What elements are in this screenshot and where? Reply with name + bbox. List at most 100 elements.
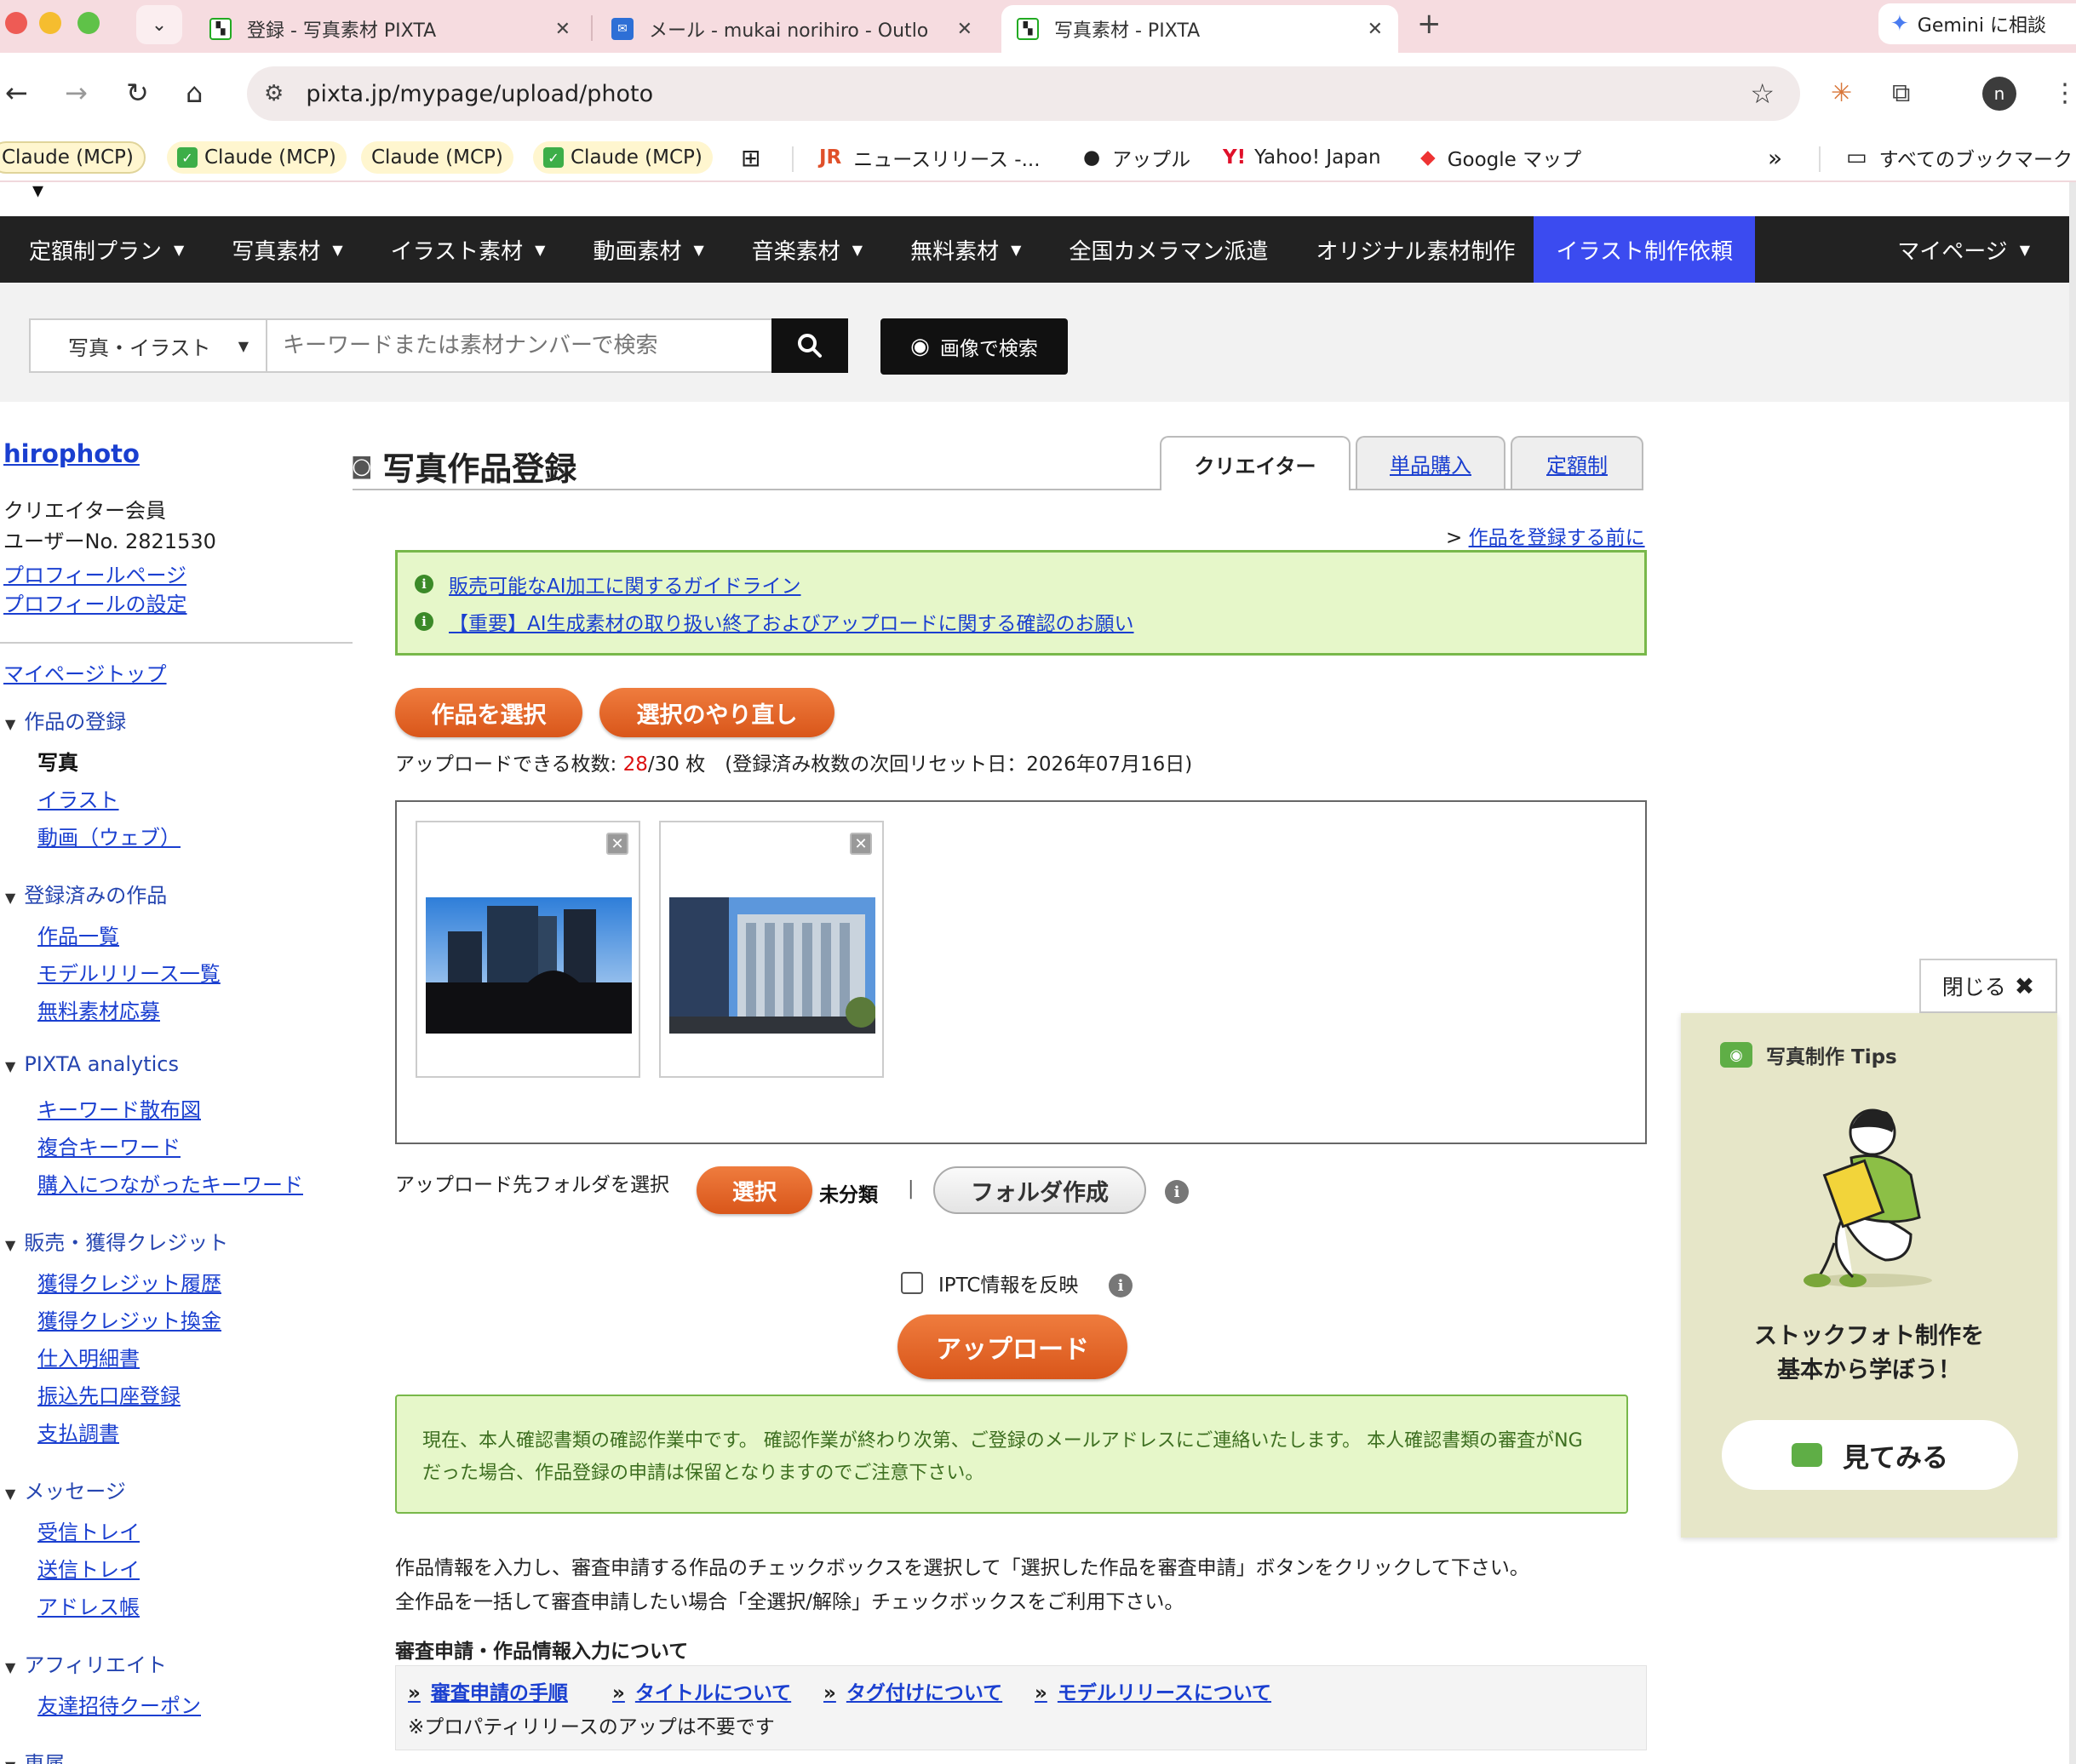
bookmark-claude-mcp-1[interactable]: Claude (MCP) (0, 141, 146, 174)
review-procedure-link[interactable]: » 審査申請の手順 (408, 1676, 568, 1705)
sidebar-item-free-apply[interactable]: 無料素材応募 (37, 994, 160, 1024)
nav-original[interactable]: オリジナル素材制作 (1287, 216, 1534, 283)
sidebar-section-messages[interactable]: ▼ メッセージ (5, 1475, 126, 1504)
sidebar-item-sent[interactable]: 送信トレイ (37, 1553, 140, 1583)
ai-guideline-row[interactable]: i 販売可能なAI加工に関するガイドライン (415, 570, 801, 598)
sidebar-item-credit-history[interactable]: 獲得クレジット履歴 (37, 1267, 221, 1297)
mypage-top-link[interactable]: マイページトップ (3, 657, 167, 687)
sidebar-section-registered[interactable]: ▼ 登録済みの作品 (5, 879, 167, 908)
bookmark-apple[interactable]: ● アップル (1073, 141, 1201, 174)
window-zoom-button[interactable] (77, 12, 100, 34)
sidebar-section-affiliate[interactable]: ▼ アフィリエイト (5, 1648, 167, 1678)
nav-free[interactable]: 無料素材 ▼ (881, 216, 1040, 283)
profile-settings-link[interactable]: プロフィールの設定 (3, 587, 187, 617)
tab-close-icon[interactable]: ✕ (1368, 19, 1383, 40)
nav-illustration[interactable]: イラスト素材 ▼ (362, 216, 565, 283)
nav-video[interactable]: 動画素材 ▼ (564, 216, 722, 283)
thumbnail-card[interactable]: ✕ (416, 821, 640, 1078)
home-icon[interactable]: ⌂ (186, 77, 203, 109)
apps-grid-icon[interactable]: ⊞ (731, 141, 771, 174)
sidebar-item-illustration[interactable]: イラスト (37, 783, 119, 813)
create-folder-button[interactable]: フォルダ作成 (933, 1166, 1146, 1214)
ai-notice-row[interactable]: i 【重要】AI生成素材の取り扱い終了およびアップロードに関する確認のお願い (415, 607, 1134, 636)
nav-music[interactable]: 音楽素材 ▼ (723, 216, 881, 283)
tab-pixta-photo[interactable]: ▚ 写真素材 - PIXTA ✕ (1001, 5, 1398, 53)
tab-close-icon[interactable]: ✕ (555, 19, 571, 40)
extensions-puzzle-icon[interactable]: ⧉ (1892, 78, 1910, 108)
all-bookmarks-folder[interactable]: ▭ すべてのブックマーク (1836, 141, 2076, 174)
more-bookmarks-chevron-icon[interactable]: » (1758, 141, 1792, 174)
upload-dropzone[interactable]: ✕ ✕ (395, 800, 1647, 1144)
window-minimize-button[interactable] (39, 12, 61, 34)
sidebar-section-register[interactable]: ▼ 作品の登録 (5, 705, 126, 735)
sidebar-item-photo[interactable]: 写真 (37, 746, 78, 776)
pixta-logo-fragment[interactable]: ▾ (32, 180, 43, 202)
profile-avatar[interactable]: n (1982, 77, 2016, 111)
upload-button[interactable]: アップロード (897, 1314, 1127, 1379)
iptc-checkbox[interactable] (901, 1272, 923, 1294)
claude-extension-icon[interactable]: ✳ (1831, 78, 1852, 108)
new-tab-plus-icon[interactable]: + (1417, 7, 1442, 41)
image-search-button[interactable]: ◉ 画像で検索 (880, 318, 1068, 375)
thumbnail-card[interactable]: ✕ (659, 821, 884, 1078)
sidebar-section-analytics[interactable]: ▼ PIXTA analytics (5, 1052, 179, 1076)
folder-select-button[interactable]: 選択 (697, 1166, 812, 1214)
sidebar-item-payment-report[interactable]: 支払調書 (37, 1417, 119, 1446)
ai-guideline-link[interactable]: 販売可能なAI加工に関するガイドライン (449, 570, 801, 598)
bookmark-yahoo[interactable]: Y! Yahoo! Japan (1213, 141, 1391, 174)
sidebar-item-model-release[interactable]: モデルリリース一覧 (37, 957, 221, 987)
review-model-release-link[interactable]: » モデルリリースについて (1035, 1676, 1271, 1705)
view-tips-button[interactable]: 見てみる (1722, 1420, 2018, 1490)
select-works-button[interactable]: 作品を選択 (395, 688, 582, 737)
sidebar-item-address-book[interactable]: アドレス帳 (37, 1590, 140, 1620)
tab-search-chevron-down-icon[interactable]: ⌄ (136, 5, 182, 44)
sidebar-item-bank-account[interactable]: 振込先口座登録 (37, 1379, 181, 1409)
tab-creator[interactable]: クリエイター (1160, 436, 1351, 490)
remove-x-icon[interactable]: ✕ (606, 833, 628, 855)
bookmark-jr-news[interactable]: JR ニュースリリース -... (809, 141, 1051, 174)
bookmark-star-icon[interactable]: ☆ (1750, 77, 1775, 110)
bookmark-claude-mcp-3[interactable]: Claude (MCP) (361, 141, 513, 174)
bookmark-google-maps[interactable]: ◆ Google マップ (1410, 141, 1591, 174)
browser-menu-icon[interactable]: ⋮ (2052, 78, 2076, 108)
search-input[interactable] (266, 318, 773, 373)
page-scrollbar-track[interactable] (2069, 216, 2076, 1764)
sidebar-section-sales[interactable]: ▼ 販売・獲得クレジット (5, 1226, 228, 1256)
nav-subscription-plan[interactable]: 定額制プラン ▼ (0, 216, 203, 283)
reset-selection-button[interactable]: 選択のやり直し (599, 688, 834, 737)
address-bar[interactable]: ⚙ pixta.jp/mypage/upload/photo ☆ (247, 66, 1800, 121)
sidebar-item-purchase-keyword[interactable]: 購入につながったキーワード (37, 1168, 303, 1198)
gemini-button[interactable]: ✦ Gemini に相談 (1878, 3, 2076, 44)
bookmark-claude-mcp-2[interactable]: ✓ Claude (MCP) (167, 141, 347, 174)
tab-single-purchase[interactable]: 単品購入 (1356, 436, 1505, 489)
reload-icon[interactable]: ↻ (126, 77, 149, 109)
window-close-button[interactable] (5, 12, 27, 34)
nav-photo[interactable]: 写真素材 ▼ (203, 216, 361, 283)
tab-outlook-mail[interactable]: ✉ メール - mukai norihiro - Outlo ✕ (596, 5, 988, 53)
sidebar-item-purchase-statement[interactable]: 仕入明細書 (37, 1342, 140, 1372)
sidebar-item-video[interactable]: 動画（ウェブ） (37, 821, 181, 850)
search-category-select[interactable]: 写真・イラスト ▼ (29, 318, 266, 373)
url-text[interactable]: pixta.jp/mypage/upload/photo (306, 81, 653, 107)
before-register-link[interactable]: > 作品を登録する前に (1446, 521, 1645, 550)
search-button[interactable] (771, 318, 848, 373)
review-tagging-link[interactable]: » タグ付けについて (823, 1676, 1002, 1705)
sidebar-section-exclusive[interactable]: ▼ 専属 (5, 1747, 65, 1764)
review-title-link[interactable]: » タイトルについて (612, 1676, 791, 1705)
remove-x-icon[interactable]: ✕ (850, 833, 872, 855)
tab-close-icon[interactable]: ✕ (957, 19, 972, 40)
tab-subscription[interactable]: 定額制 (1511, 436, 1643, 489)
bookmark-claude-mcp-4[interactable]: ✓ Claude (MCP) (533, 141, 713, 174)
sidebar-item-inbox[interactable]: 受信トレイ (37, 1515, 140, 1545)
nav-cameraman[interactable]: 全国カメラマン派遣 (1040, 216, 1287, 283)
folder-info-icon[interactable]: i (1165, 1180, 1189, 1204)
nav-illustration-request[interactable]: イラスト制作依頼 (1534, 216, 1755, 283)
close-tips-button[interactable]: 閉じる ✖ (1919, 959, 2057, 1013)
iptc-checkbox-row[interactable]: IPTC情報を反映 (901, 1269, 1078, 1297)
username-link[interactable]: hirophoto (3, 439, 140, 468)
profile-page-link[interactable]: プロフィールページ (3, 558, 186, 588)
sidebar-item-compound-keyword[interactable]: 複合キーワード (37, 1131, 181, 1160)
ai-notice-link[interactable]: 【重要】AI生成素材の取り扱い終了およびアップロードに関する確認のお願い (449, 607, 1134, 636)
sidebar-item-keyword-scatter[interactable]: キーワード散布図 (37, 1093, 201, 1123)
tab-pixta-register[interactable]: ▚ 登録 - 写真素材 PIXTA ✕ (194, 5, 586, 53)
